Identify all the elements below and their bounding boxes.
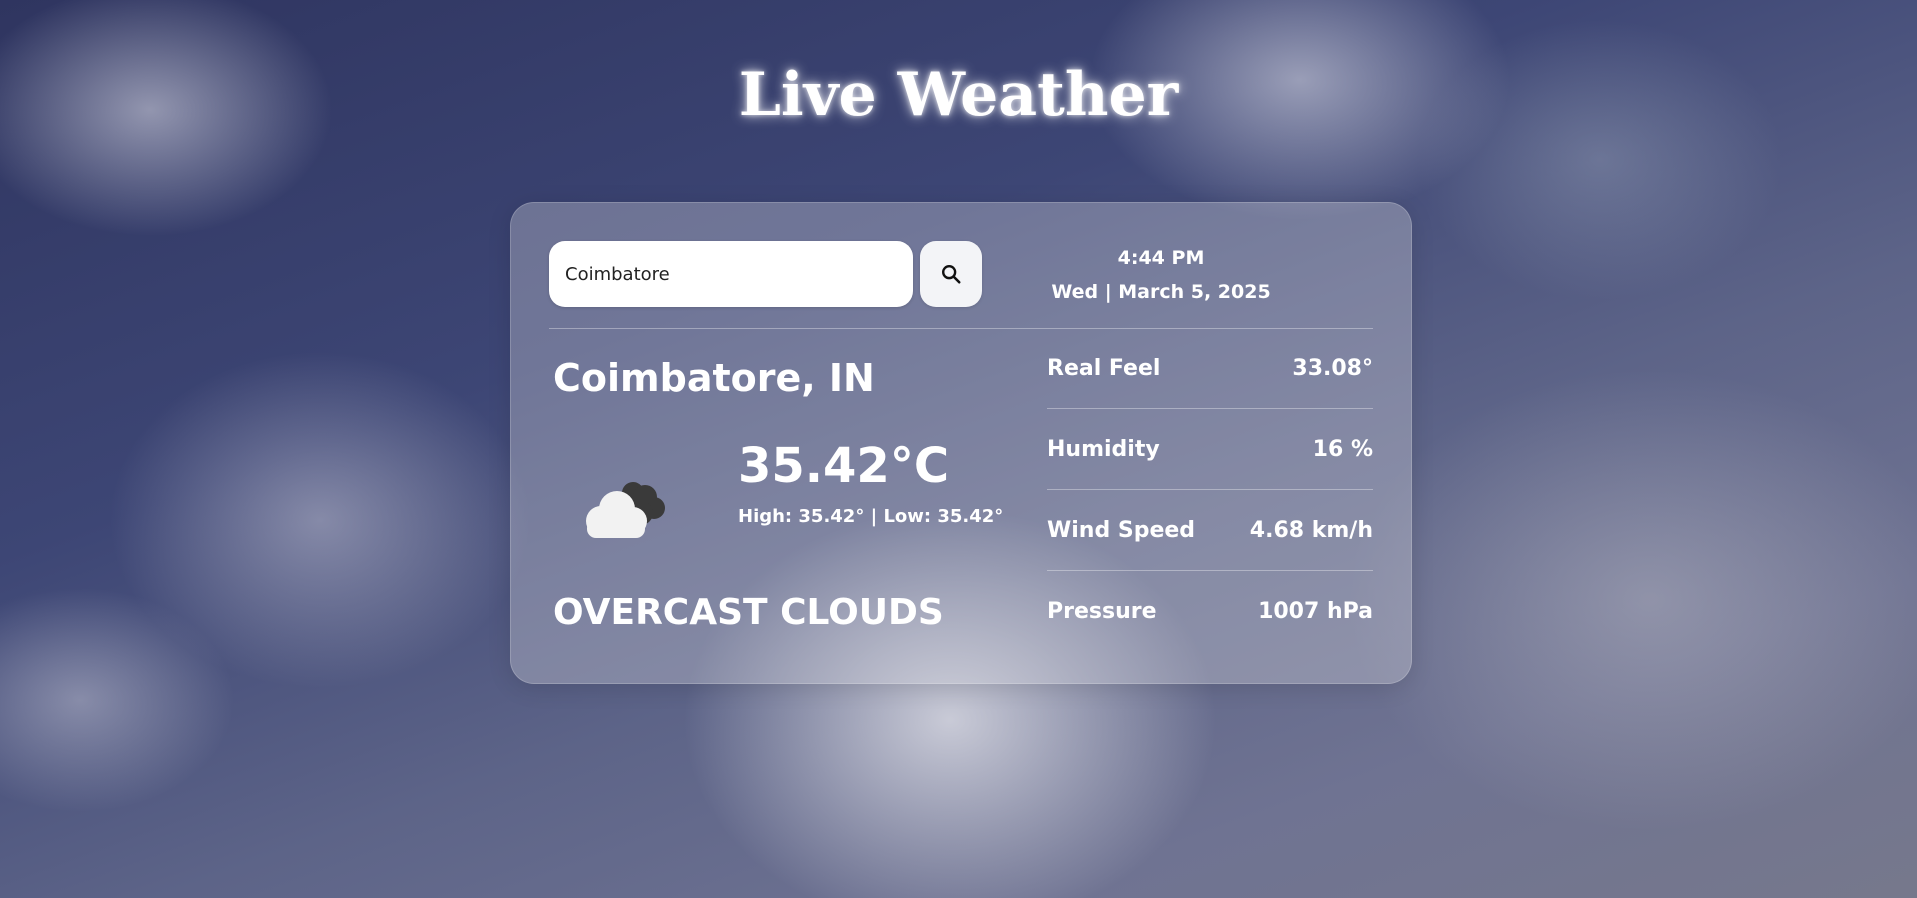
detail-value: 33.08°: [1292, 355, 1373, 381]
datetime-display: 4:44 PM Wed | March 5, 2025: [1011, 241, 1311, 309]
city-search-input[interactable]: [549, 241, 913, 307]
search-button[interactable]: [920, 241, 982, 307]
search-icon: [942, 265, 961, 284]
detail-label: Real Feel: [1047, 355, 1161, 381]
detail-humidity: Humidity 16 %: [1047, 409, 1373, 490]
city-name: Coimbatore, IN: [553, 356, 875, 400]
detail-label: Pressure: [1047, 599, 1157, 624]
detail-wind-speed: Wind Speed 4.68 km/h: [1047, 490, 1373, 571]
current-time: 4:44 PM: [1117, 247, 1205, 269]
detail-real-feel: Real Feel 33.08°: [1047, 328, 1373, 409]
current-date: Wed | March 5, 2025: [1051, 281, 1271, 303]
weather-description: OVERCAST CLOUDS: [553, 592, 944, 633]
weather-card: 4:44 PM Wed | March 5, 2025 Coimbatore, …: [510, 202, 1412, 684]
overcast-clouds-icon: [586, 482, 665, 538]
detail-label: Humidity: [1047, 436, 1160, 462]
weather-details: Real Feel 33.08° Humidity 16 % Wind Spee…: [1047, 328, 1373, 652]
page-title: Live Weather: [738, 60, 1179, 130]
detail-value: 16 %: [1312, 436, 1373, 462]
detail-value: 4.68 km/h: [1249, 517, 1373, 543]
detail-value: 1007 hPa: [1258, 599, 1373, 624]
detail-pressure: Pressure 1007 hPa: [1047, 571, 1373, 652]
temperature: 35.42°C: [738, 438, 950, 494]
high-low: High: 35.42° | Low: 35.42°: [738, 506, 1004, 527]
detail-label: Wind Speed: [1047, 517, 1196, 543]
